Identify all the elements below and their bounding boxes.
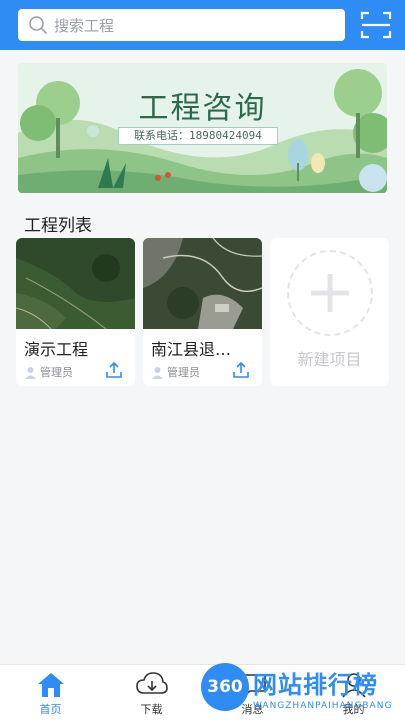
tab-label: 下载 bbox=[140, 703, 163, 716]
owner-label: 管理员 bbox=[167, 366, 200, 379]
home-icon bbox=[37, 673, 64, 697]
banner-title: 工程咨询 bbox=[138, 91, 267, 126]
project-owner: 管理员 bbox=[151, 364, 200, 380]
consulting-banner[interactable]: 工程咨询 联系电话：18980424094 bbox=[18, 63, 387, 193]
scan-icon[interactable] bbox=[360, 10, 392, 40]
upload-icon[interactable] bbox=[232, 361, 250, 379]
project-card[interactable]: 南江县退… 管理员 bbox=[143, 238, 262, 386]
project-thumbnail bbox=[16, 238, 135, 329]
owner-label: 管理员 bbox=[40, 366, 73, 379]
project-name: 南江县退… bbox=[151, 340, 232, 359]
plus-circle bbox=[287, 250, 373, 336]
search-bar[interactable]: 搜索工程 bbox=[18, 9, 345, 41]
watermark-subtext: WANGZHANPAIHANGBANG bbox=[253, 701, 393, 711]
upload-icon[interactable] bbox=[105, 361, 123, 379]
banner-phone: 联系电话：18980424094 bbox=[118, 127, 278, 145]
new-project-label: 新建项目 bbox=[297, 350, 362, 369]
project-card[interactable]: 演示工程 管理员 bbox=[16, 238, 135, 386]
project-list-title: 工程列表 bbox=[24, 216, 92, 236]
tab-label: 首页 bbox=[39, 703, 62, 716]
watermark: 360 网站排行榜 WANGZHANPAIHANGBANG bbox=[193, 661, 405, 720]
watermark-badge: 360 bbox=[201, 663, 249, 711]
user-icon bbox=[152, 366, 163, 379]
project-thumbnail bbox=[143, 238, 262, 329]
tab-home[interactable]: 首页 bbox=[0, 665, 101, 720]
project-owner: 管理员 bbox=[24, 364, 73, 380]
user-icon bbox=[25, 366, 36, 379]
watermark-text: 网站排行榜 bbox=[253, 671, 378, 699]
top-bar: 搜索工程 bbox=[0, 0, 405, 50]
new-project-card[interactable]: 新建项目 bbox=[270, 238, 389, 386]
plus-icon bbox=[311, 274, 349, 312]
search-input[interactable]: 搜索工程 bbox=[54, 15, 114, 36]
tab-download[interactable]: 下载 bbox=[101, 665, 202, 720]
search-icon bbox=[29, 16, 47, 34]
cloud-download-icon bbox=[135, 672, 168, 694]
project-name: 演示工程 bbox=[24, 340, 89, 359]
